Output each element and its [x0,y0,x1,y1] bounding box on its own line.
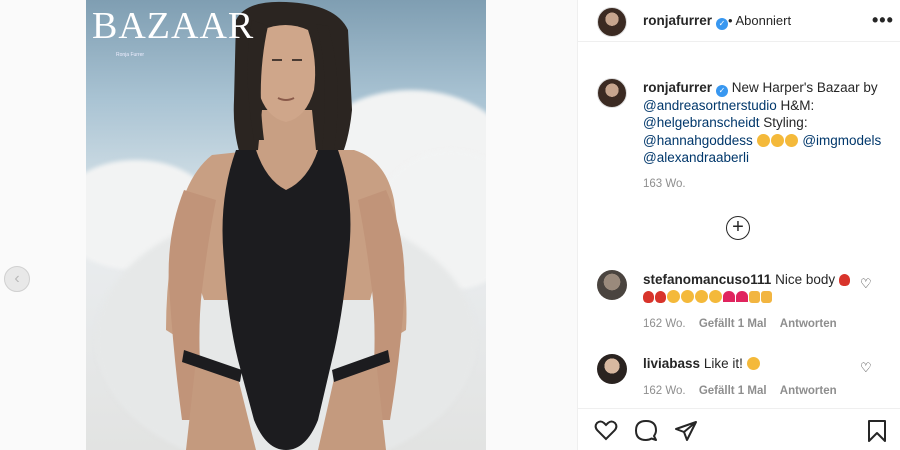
emoji-icon [667,290,680,304]
plus-circle-icon[interactable]: + [726,216,750,240]
mention-link[interactable]: @helgebranscheidt [643,115,760,130]
comment-likes[interactable]: Gefällt 1 Mal [699,385,767,397]
heart-emoji-icon [723,291,735,303]
comment-time: 162 Wo. [643,385,686,397]
comment-username[interactable]: stefanomancuso111 [643,272,771,287]
post-image[interactable]: BAZAAR Ronja Furrer [86,0,486,450]
post-time: 163 Wo. [643,178,686,190]
emoji-icon [756,133,770,147]
comment-text: Like it! [703,356,743,371]
thumbs-up-emoji-icon [761,291,772,304]
magazine-title: BAZAAR [92,5,255,47]
verified-icon: ✓ [716,85,729,97]
emoji-icon [784,133,798,147]
mention-link[interactable]: @imgmodels [802,133,881,148]
post-caption: ronjafurrer ✓ New Harper's Bazaar by @and… [643,79,883,167]
rose-emoji-icon [655,291,666,304]
heart-emoji-icon [736,291,748,303]
follow-status[interactable]: • Abonniert [728,13,791,28]
bookmark-icon[interactable] [866,419,888,443]
reply-button[interactable]: Antworten [780,318,837,330]
avatar[interactable] [597,7,627,37]
emoji-icon [709,290,722,304]
emoji-icon [681,290,694,304]
mention-link[interactable]: @hannahgoddess [643,133,753,148]
share-icon[interactable] [674,419,698,443]
model-figure [166,1,407,450]
username-link[interactable]: ronjafurrer [643,13,712,28]
heart-icon[interactable]: ♡ [860,276,872,292]
emoji-icon [746,357,760,370]
post-sidebar: ronjafurrer ✓ • Abonniert ••• ronjafurrer… [577,0,900,450]
verified-icon: ✓ [716,18,729,30]
action-bar [578,408,900,450]
emoji-icon [770,133,784,147]
magazine-subtitle: Ronja Furrer [116,52,145,58]
caption-text: New Harper's Bazaar by [731,80,878,95]
comment-text: Nice body [775,272,836,287]
comment-avatar[interactable] [597,270,627,300]
comment-avatar[interactable] [597,354,627,384]
thumbs-up-emoji-icon [749,291,760,304]
mention-link[interactable]: @andreasortnerstudio [643,98,777,113]
heart-icon[interactable] [594,419,618,441]
emoji-icon [695,290,708,304]
comment-time: 162 Wo. [643,318,686,330]
mention-link[interactable]: @alexandraaberli [643,150,749,165]
reply-button[interactable]: Antworten [780,385,837,397]
more-options-icon[interactable]: ••• [872,10,894,31]
heart-icon[interactable]: ♡ [860,360,872,376]
comment-username[interactable]: liviabass [643,356,700,371]
caption-avatar[interactable] [597,78,627,108]
chevron-left-icon: ‹ [14,270,20,287]
caption-username[interactable]: ronjafurrer [643,80,712,95]
post-header: ronjafurrer ✓ • Abonniert ••• [578,0,900,42]
comment-icon[interactable] [634,419,658,443]
caption-text: H&M: [780,98,815,113]
caption-text: Styling: [763,115,808,131]
rose-emoji-icon [643,291,654,304]
rose-emoji-icon [838,274,850,286]
comment-likes[interactable]: Gefällt 1 Mal [699,318,767,330]
previous-post-button[interactable]: ‹ [4,266,30,292]
follow-label: Abonniert [735,13,792,28]
